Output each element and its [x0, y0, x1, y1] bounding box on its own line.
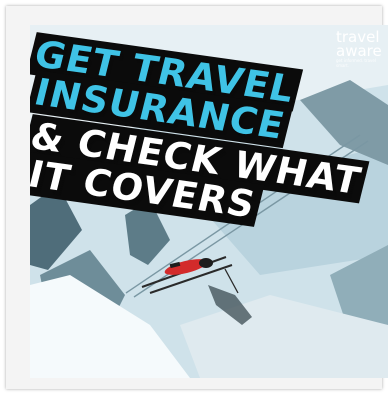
travel-aware-logo: travel aware get informed. travel smart.: [336, 30, 388, 69]
travel-insurance-poster: GET TRAVEL INSURANCE & CHECK WHAT IT COV…: [30, 25, 388, 378]
logo-tagline: get informed. travel smart.: [336, 58, 376, 68]
headline: GET TRAVEL INSURANCE & CHECK WHAT IT COV…: [30, 25, 388, 227]
logo-line-2: aware: [336, 42, 382, 60]
skier-helmet: [199, 258, 213, 268]
